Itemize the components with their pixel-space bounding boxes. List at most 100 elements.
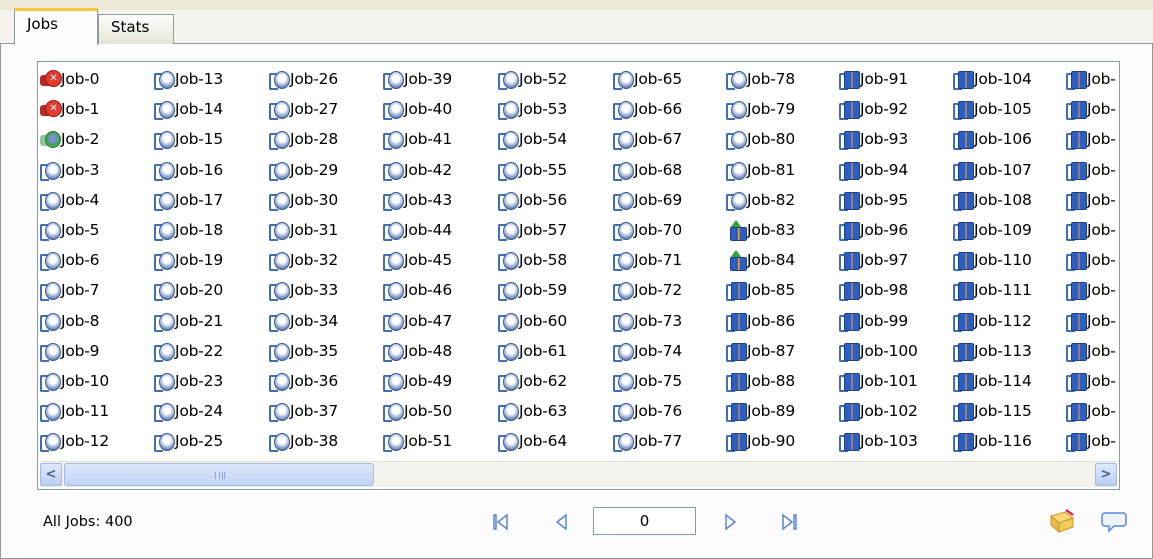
job-item[interactable]: Job-5 — [40, 215, 109, 245]
job-item[interactable]: Job-70 — [613, 215, 682, 245]
job-item[interactable]: Job-116 — [953, 426, 1032, 456]
job-item[interactable]: Job-88 — [726, 366, 795, 396]
job-item[interactable]: Job-101 — [839, 366, 918, 396]
job-item[interactable]: Job-93 — [839, 124, 918, 154]
job-item[interactable]: Job-80 — [726, 124, 795, 154]
job-item[interactable]: Job-7 — [40, 275, 109, 305]
job-item[interactable]: Job-96 — [839, 215, 918, 245]
job-item[interactable]: Job-109 — [953, 215, 1032, 245]
job-item[interactable]: Job-108 — [953, 185, 1032, 215]
job-item[interactable]: Job-40 — [383, 94, 452, 124]
job-item[interactable]: Job-11 — [40, 396, 109, 426]
previous-page-button[interactable] — [549, 508, 573, 536]
job-item[interactable]: Job-26 — [269, 64, 338, 94]
job-item[interactable]: Job-117 — [1066, 64, 1117, 94]
job-item[interactable]: Job-23 — [154, 366, 223, 396]
job-item[interactable]: Job-91 — [839, 64, 918, 94]
job-item[interactable]: Job-126 — [1066, 336, 1117, 366]
job-item[interactable]: Job-41 — [383, 124, 452, 154]
job-item[interactable]: Job-128 — [1066, 396, 1117, 426]
job-item[interactable]: Job-121 — [1066, 185, 1117, 215]
job-item[interactable]: Job-114 — [953, 366, 1032, 396]
job-item[interactable]: Job-89 — [726, 396, 795, 426]
job-item[interactable]: Job-125 — [1066, 306, 1117, 336]
job-item[interactable]: Job-60 — [498, 306, 567, 336]
job-item[interactable]: Job-12 — [40, 426, 109, 456]
job-item[interactable]: Job-37 — [269, 396, 338, 426]
job-item[interactable]: Job-82 — [726, 185, 795, 215]
job-item[interactable]: Job-66 — [613, 94, 682, 124]
job-item[interactable]: Job-103 — [839, 426, 918, 456]
job-item[interactable]: Job-90 — [726, 426, 795, 456]
job-item[interactable]: Job-67 — [613, 124, 682, 154]
job-item[interactable]: Job-59 — [498, 275, 567, 305]
job-item[interactable]: Job-63 — [498, 396, 567, 426]
job-item[interactable]: Job-64 — [498, 426, 567, 456]
job-item[interactable]: Job-71 — [613, 245, 682, 275]
job-item[interactable]: Job-28 — [269, 124, 338, 154]
job-item[interactable]: Job-20 — [154, 275, 223, 305]
scroll-right-button[interactable]: > — [1095, 463, 1117, 486]
job-item[interactable]: Job-1 — [40, 94, 109, 124]
job-item[interactable]: Job-9 — [40, 336, 109, 366]
job-item[interactable]: Job-33 — [269, 275, 338, 305]
notes-button[interactable] — [1047, 506, 1077, 536]
job-item[interactable]: Job-92 — [839, 94, 918, 124]
job-item[interactable]: Job-3 — [40, 155, 109, 185]
first-page-button[interactable] — [489, 508, 513, 536]
job-item[interactable]: Job-129 — [1066, 426, 1117, 456]
job-item[interactable]: Job-127 — [1066, 366, 1117, 396]
job-item[interactable]: Job-18 — [154, 215, 223, 245]
job-item[interactable]: Job-97 — [839, 245, 918, 275]
job-item[interactable]: Job-73 — [613, 306, 682, 336]
job-item[interactable]: Job-61 — [498, 336, 567, 366]
job-item[interactable]: Job-81 — [726, 155, 795, 185]
job-item[interactable]: Job-100 — [839, 336, 918, 366]
job-item[interactable]: Job-85 — [726, 275, 795, 305]
job-item[interactable]: Job-35 — [269, 336, 338, 366]
job-item[interactable]: Job-56 — [498, 185, 567, 215]
job-item[interactable]: Job-57 — [498, 215, 567, 245]
comment-button[interactable] — [1099, 506, 1129, 536]
job-item[interactable]: Job-69 — [613, 185, 682, 215]
job-item[interactable]: Job-95 — [839, 185, 918, 215]
job-item[interactable]: Job-6 — [40, 245, 109, 275]
job-item[interactable]: Job-113 — [953, 336, 1032, 366]
page-number-input[interactable] — [593, 507, 696, 535]
job-item[interactable]: Job-62 — [498, 366, 567, 396]
scroll-left-button[interactable]: < — [40, 463, 62, 486]
jobs-list[interactable]: Job-0 Job-1 Job-2 Job-3 Job-4 Job-5 Job-6 Job-7… — [37, 61, 1120, 490]
job-item[interactable]: Job-0 — [40, 64, 109, 94]
job-item[interactable]: Job-45 — [383, 245, 452, 275]
job-item[interactable]: Job-14 — [154, 94, 223, 124]
job-item[interactable]: Job-124 — [1066, 275, 1117, 305]
job-item[interactable]: Job-47 — [383, 306, 452, 336]
job-item[interactable]: Job-16 — [154, 155, 223, 185]
job-item[interactable]: Job-15 — [154, 124, 223, 154]
job-item[interactable]: Job-98 — [839, 275, 918, 305]
job-item[interactable]: Job-55 — [498, 155, 567, 185]
tab-stats[interactable]: Stats — [98, 14, 174, 44]
job-item[interactable]: Job-50 — [383, 396, 452, 426]
job-item[interactable]: Job-32 — [269, 245, 338, 275]
job-item[interactable]: Job-65 — [613, 64, 682, 94]
job-item[interactable]: Job-86 — [726, 306, 795, 336]
job-item[interactable]: Job-36 — [269, 366, 338, 396]
scrollbar-thumb[interactable] — [64, 463, 374, 486]
job-item[interactable]: Job-118 — [1066, 94, 1117, 124]
job-item[interactable]: Job-42 — [383, 155, 452, 185]
job-item[interactable]: Job-105 — [953, 94, 1032, 124]
tab-jobs[interactable]: Jobs — [14, 8, 98, 45]
job-item[interactable]: Job-110 — [953, 245, 1032, 275]
job-item[interactable]: Job-24 — [154, 396, 223, 426]
next-page-button[interactable] — [719, 508, 743, 536]
job-item[interactable]: Job-123 — [1066, 245, 1117, 275]
job-item[interactable]: Job-58 — [498, 245, 567, 275]
job-item[interactable]: Job-53 — [498, 94, 567, 124]
job-item[interactable]: Job-44 — [383, 215, 452, 245]
job-item[interactable]: Job-94 — [839, 155, 918, 185]
job-item[interactable]: Job-112 — [953, 306, 1032, 336]
job-item[interactable]: Job-43 — [383, 185, 452, 215]
job-item[interactable]: Job-49 — [383, 366, 452, 396]
job-item[interactable]: Job-122 — [1066, 215, 1117, 245]
